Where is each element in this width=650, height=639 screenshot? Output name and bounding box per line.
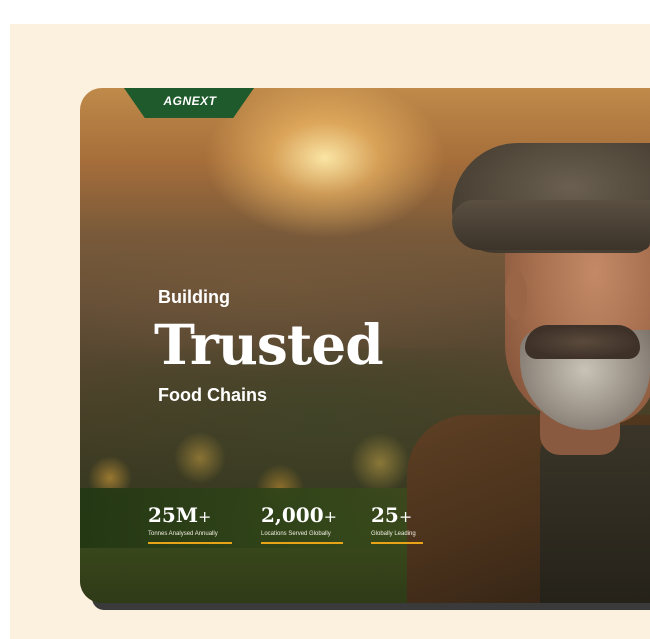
stat-tonnes: 25M+ Tonnes Analysed Annually — [148, 503, 232, 544]
stat-value: 25 — [371, 503, 399, 527]
farmer-portrait-mustache — [525, 325, 640, 359]
headline-line-3: Food Chains — [158, 385, 267, 405]
farmer-portrait-ear — [505, 270, 527, 320]
stat-suffix: + — [197, 507, 212, 526]
stat-number: 25M+ — [148, 503, 232, 529]
stat-global: 25+ Globally Leading — [371, 503, 423, 544]
headline-line-1: Building — [158, 287, 230, 307]
stat-suffix: + — [323, 507, 338, 526]
stat-number: 25+ — [371, 503, 423, 529]
stat-number: 2,000+ — [261, 503, 343, 529]
stat-accent-bar — [148, 542, 232, 544]
stat-value: 25M — [148, 503, 198, 527]
farmer-portrait-cap-brim — [452, 200, 650, 250]
stat-value: 2,000 — [261, 503, 324, 527]
brand-logo[interactable]: AGNEXT — [150, 94, 230, 108]
stat-label: Tonnes Analysed Annually — [148, 531, 218, 537]
stat-accent-bar — [371, 542, 423, 544]
stat-suffix: + — [398, 507, 413, 526]
headline-line-2: Trusted — [154, 312, 384, 377]
stat-label: Locations Served Globally — [261, 531, 331, 537]
stat-accent-bar — [261, 542, 343, 544]
stat-label: Globally Leading — [371, 531, 416, 537]
stat-locations: 2,000+ Locations Served Globally — [261, 503, 343, 544]
